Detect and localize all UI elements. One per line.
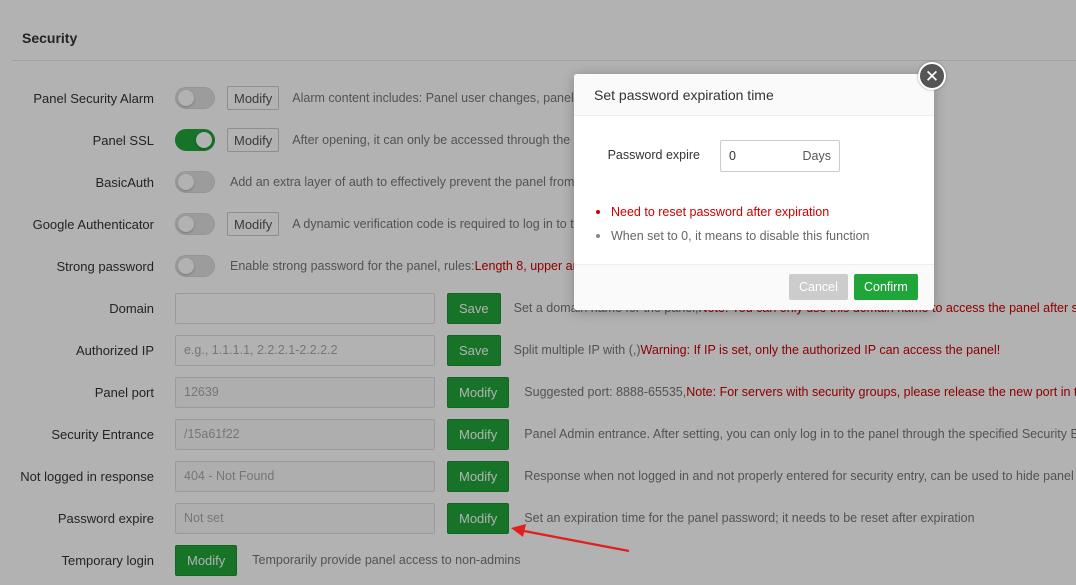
note-info: When set to 0, it means to disable this … (596, 224, 869, 248)
password-expire-field: Password expire 0 Days (574, 140, 934, 172)
note-warning: Need to reset password after expiration (596, 200, 869, 224)
cancel-button[interactable]: Cancel (789, 274, 848, 300)
bullet-icon (596, 210, 600, 214)
note-warning-text: Need to reset password after expiration (611, 205, 830, 219)
bullet-icon (596, 234, 600, 238)
note-info-text: When set to 0, it means to disable this … (611, 229, 870, 243)
password-expire-field-label: Password expire (607, 148, 700, 162)
close-icon[interactable]: ✕ (918, 62, 946, 90)
password-expire-days-input[interactable]: 0 Days (720, 140, 840, 172)
password-expiration-dialog: Set password expiration time ✕ Password … (574, 62, 946, 310)
days-value: 0 (729, 149, 736, 163)
dialog-notes: Need to reset password after expiration … (596, 200, 869, 248)
dialog-title: Set password expiration time (574, 74, 934, 116)
confirm-button[interactable]: Confirm (854, 274, 918, 300)
days-unit: Days (802, 149, 831, 163)
dialog-footer: Cancel Confirm (574, 264, 934, 310)
